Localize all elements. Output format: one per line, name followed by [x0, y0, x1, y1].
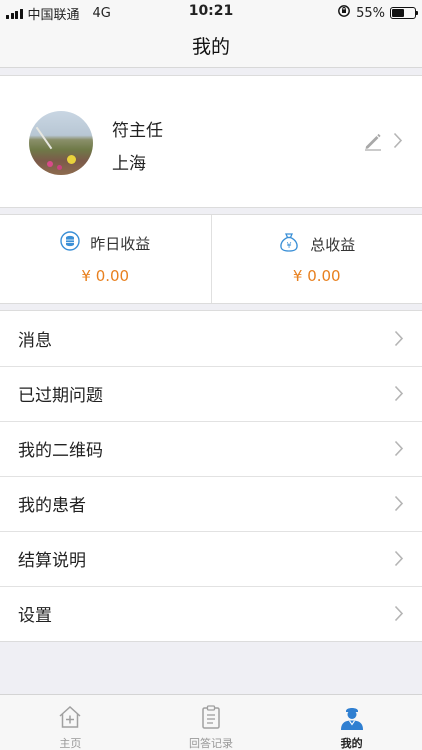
earnings-panel: 昨日收益 ¥ 0.00 ¥ 总收益 ¥ 0.00: [0, 214, 422, 304]
battery-percent: 55%: [356, 5, 385, 21]
menu-item-label: 我的二维码: [18, 441, 103, 461]
profile-city: 上海: [112, 154, 146, 174]
tab-mine[interactable]: 我的: [281, 695, 422, 750]
chevron-right-icon: [394, 440, 404, 457]
avatar[interactable]: [29, 111, 93, 175]
edit-pencil-icon[interactable]: [363, 131, 383, 151]
menu-item-label: 我的患者: [18, 496, 86, 516]
menu-item-messages[interactable]: 消息: [0, 311, 422, 366]
total-earnings[interactable]: ¥ 总收益 ¥ 0.00: [212, 215, 422, 303]
menu-item-label: 设置: [18, 606, 52, 626]
total-earnings-label: 总收益: [310, 235, 356, 254]
menu-item-my-patients[interactable]: 我的患者: [0, 476, 422, 531]
coins-icon: [60, 231, 80, 255]
page-title: 我的: [191, 36, 230, 58]
menu-item-qr-code[interactable]: 我的二维码: [0, 421, 422, 476]
orientation-lock-icon: [337, 4, 351, 22]
tab-label: 我的: [340, 737, 363, 750]
svg-text:¥: ¥: [287, 241, 292, 250]
chevron-right-icon: [394, 330, 404, 347]
status-bar: 中国联通 4G 10:21 55%: [0, 0, 422, 24]
menu-item-settings[interactable]: 设置: [0, 586, 422, 641]
battery-icon: [390, 7, 418, 19]
total-earnings-value: ¥ 0.00: [292, 267, 341, 285]
home-plus-icon: [56, 703, 84, 731]
menu-item-label: 消息: [18, 331, 52, 351]
tab-label: 主页: [59, 737, 82, 750]
profile-card[interactable]: 符主任 上海: [0, 75, 422, 208]
menu-item-expired-questions[interactable]: 已过期问题: [0, 366, 422, 421]
tab-label: 回答记录: [189, 737, 233, 750]
yesterday-earnings-value: ¥ 0.00: [81, 267, 130, 285]
profile-chevron-right-icon[interactable]: [393, 132, 403, 149]
clipboard-icon: [197, 703, 225, 731]
yesterday-earnings-label: 昨日收益: [90, 234, 151, 253]
menu-item-label: 已过期问题: [18, 386, 103, 406]
menu-item-label: 结算说明: [18, 551, 86, 571]
chevron-right-icon: [394, 550, 404, 567]
tab-home[interactable]: 主页: [0, 695, 141, 750]
menu-item-settlement-info[interactable]: 结算说明: [0, 531, 422, 586]
status-right: 55%: [337, 4, 418, 22]
tab-answer-records[interactable]: 回答记录: [141, 695, 282, 750]
settings-menu: 消息 已过期问题 我的二维码 我的患者 结算说明 设置: [0, 310, 422, 642]
nav-bar: 我的: [0, 24, 422, 68]
chevron-right-icon: [394, 495, 404, 512]
profile-name: 符主任: [112, 121, 163, 141]
yesterday-earnings[interactable]: 昨日收益 ¥ 0.00: [0, 215, 212, 303]
money-bag-icon: ¥: [278, 231, 300, 257]
doctor-icon: [338, 703, 366, 731]
tab-bar: 主页 回答记录 我的: [0, 694, 422, 750]
chevron-right-icon: [394, 605, 404, 622]
chevron-right-icon: [394, 385, 404, 402]
